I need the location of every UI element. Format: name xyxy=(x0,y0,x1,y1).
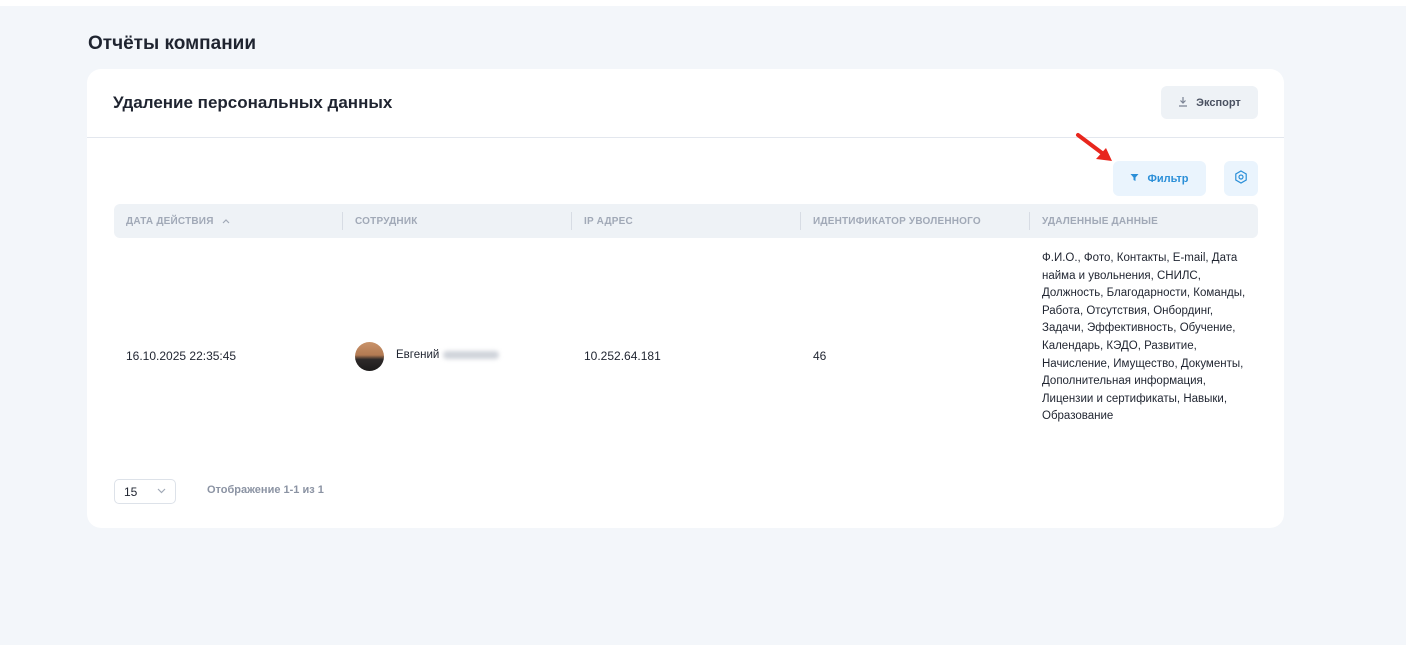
column-label: IP адрес xyxy=(584,215,633,227)
table-header: Дата действия Сотрудник IP адрес Идентиф… xyxy=(114,204,1258,238)
export-button[interactable]: Экспорт xyxy=(1161,86,1258,119)
column-divider xyxy=(1029,212,1030,230)
filter-button[interactable]: Фильтр xyxy=(1113,161,1206,196)
sort-ascending-icon xyxy=(222,216,230,227)
download-icon xyxy=(1178,96,1188,110)
settings-icon xyxy=(1234,170,1248,187)
column-label: Удаленные данные xyxy=(1042,215,1158,227)
card-header: Удаление персональных данных Экспорт xyxy=(87,69,1284,138)
cell-deleted-data: Ф.И.О., Фото, Контакты, E-mail, Дата най… xyxy=(1042,252,1246,423)
filter-label: Фильтр xyxy=(1147,172,1189,185)
column-divider xyxy=(571,212,572,230)
page-size-value: 15 xyxy=(124,484,138,499)
column-divider xyxy=(800,212,801,230)
column-header-ip[interactable]: IP адрес xyxy=(584,204,633,238)
column-divider xyxy=(342,212,343,230)
redacted-surname xyxy=(443,350,500,359)
column-label: Дата действия xyxy=(126,215,214,227)
cell-date: 16.10.2025 22:35:45 xyxy=(126,349,237,363)
funnel-icon xyxy=(1130,173,1139,185)
report-title: Удаление персональных данных xyxy=(113,93,393,112)
column-header-deleted-data[interactable]: Удаленные данные xyxy=(1042,204,1158,238)
avatar[interactable] xyxy=(355,342,384,371)
cell-ip: 10.252.64.181 xyxy=(584,349,661,363)
chevron-down-icon xyxy=(157,486,166,497)
employee-name: Евгений xyxy=(396,349,440,361)
table-settings-button[interactable] xyxy=(1224,161,1258,196)
page-size-select[interactable]: 15 xyxy=(114,479,176,504)
column-header-dismissed-id[interactable]: Идентификатор уволенного xyxy=(813,204,981,238)
column-header-date[interactable]: Дата действия xyxy=(126,204,230,238)
cell-employee[interactable]: Евгений xyxy=(396,349,500,361)
column-label: Сотрудник xyxy=(355,215,418,227)
export-label: Экспорт xyxy=(1196,96,1241,109)
top-bar xyxy=(0,0,1406,6)
report-card: Удаление персональных данных Экспорт Фил… xyxy=(87,69,1284,528)
cell-dismissed-id: 46 xyxy=(813,349,827,363)
annotation-arrow-icon xyxy=(1076,133,1112,161)
page-title: Отчёты компании xyxy=(88,33,257,54)
column-label: Идентификатор уволенного xyxy=(813,215,981,227)
pagination-info: Отображение 1-1 из 1 xyxy=(207,484,324,496)
column-header-employee[interactable]: Сотрудник xyxy=(355,204,418,238)
